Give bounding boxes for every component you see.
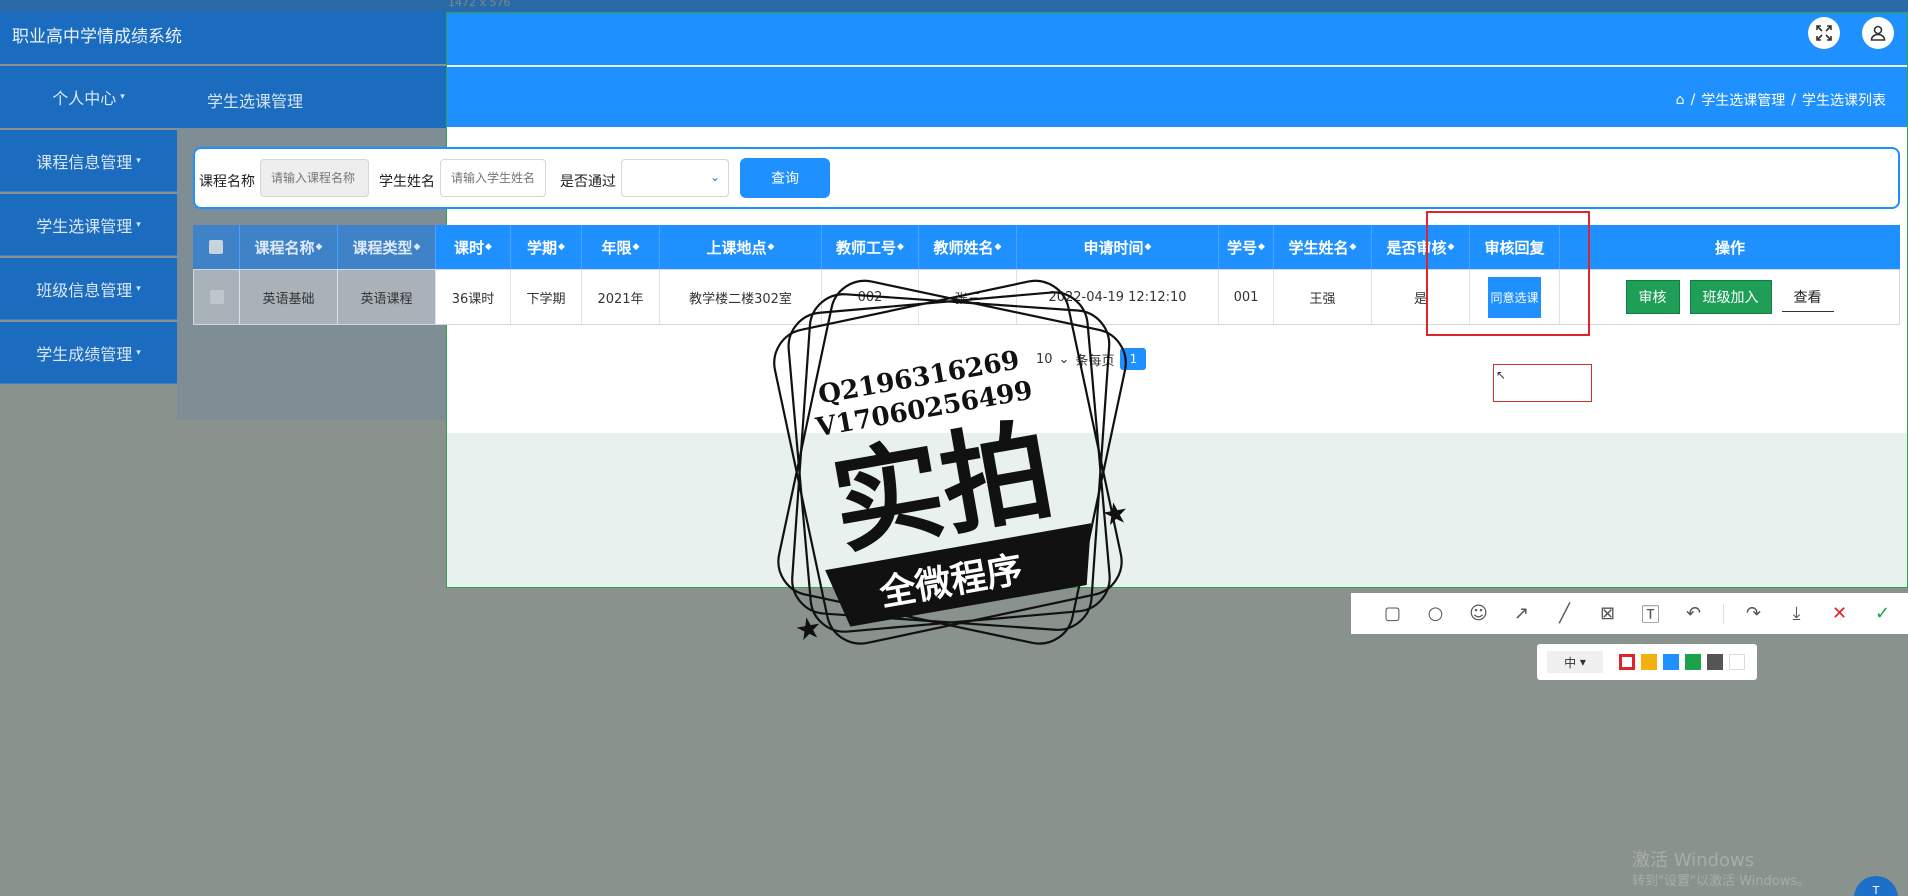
- query-button[interactable]: 查询: [740, 158, 830, 198]
- sort-icon: ◆: [994, 242, 1002, 252]
- sidebar-item-personal-center[interactable]: 个人中心 ▾: [0, 66, 177, 128]
- cell-term: 下学期: [511, 270, 582, 324]
- arrow-tool-icon[interactable]: ↗: [1500, 593, 1543, 634]
- sort-icon: ◆: [315, 242, 323, 252]
- toolbar-divider: [1723, 603, 1724, 624]
- sort-icon: ◆: [1258, 242, 1265, 252]
- user-avatar-button[interactable]: [1862, 17, 1894, 49]
- sort-icon: ◆: [413, 242, 421, 252]
- close-icon[interactable]: ✕: [1818, 593, 1861, 634]
- caret-down-icon: ▾: [136, 219, 141, 230]
- student-name-label: 学生姓名: [379, 174, 435, 190]
- fullscreen-button[interactable]: [1808, 17, 1840, 49]
- review-button[interactable]: 审核: [1625, 280, 1680, 314]
- row-checkbox[interactable]: [209, 290, 224, 304]
- page-title: 学生选课管理: [207, 92, 304, 111]
- app-title: 职业高中学情成绩系统: [12, 27, 182, 47]
- sort-icon: ◆: [1349, 242, 1357, 252]
- caret-down-icon: ▾: [136, 155, 141, 166]
- cell-course-type: 英语课程: [338, 270, 436, 324]
- cell-year: 2021年: [582, 270, 660, 324]
- cell-student-id: 001: [1219, 270, 1274, 324]
- course-name-label: 课程名称: [199, 174, 255, 190]
- color-swatch-green[interactable]: [1685, 654, 1701, 670]
- sort-icon: ◆: [1144, 242, 1152, 252]
- student-name-input[interactable]: [440, 159, 546, 197]
- sidebar: 个人中心 ▾ 课程信息管理 ▾ 学生选课管理 ▾ 班级信息管理 ▾ 学生成绩管理 ▾: [0, 66, 177, 386]
- emoji-tool-icon[interactable]: ☺: [1457, 593, 1500, 634]
- pass-status-select[interactable]: ⌄: [621, 159, 729, 197]
- sort-icon: ◆: [767, 242, 775, 252]
- col-year[interactable]: 年限 ◆: [582, 225, 660, 269]
- col-student-id[interactable]: 学号 ◆: [1219, 225, 1274, 269]
- breadcrumb-course-selection[interactable]: 学生选课管理: [1701, 90, 1785, 110]
- course-name-input[interactable]: [260, 159, 369, 197]
- ellipse-tool-icon[interactable]: ○: [1414, 593, 1457, 634]
- star-icon: ★: [1099, 495, 1132, 534]
- color-swatch-gray[interactable]: [1707, 654, 1723, 670]
- chevron-down-icon: ⌄: [709, 170, 720, 184]
- sidebar-item-course-selection[interactable]: 学生选课管理 ▾: [0, 194, 177, 256]
- home-icon[interactable]: ⌂: [1676, 92, 1685, 108]
- cell-actions: 审核 班级加入 查看: [1560, 270, 1899, 324]
- windows-activation-hint: 转到"设置"以激活 Windows。: [1632, 874, 1811, 889]
- capture-size-label: 1472 x 576: [448, 0, 511, 9]
- floating-action-button[interactable]: T: [1854, 876, 1898, 896]
- row-checkbox-cell[interactable]: [194, 270, 240, 324]
- pass-status-label: 是否通过: [560, 174, 616, 190]
- expand-icon: [1816, 25, 1832, 41]
- color-size-panel: 中 ▾: [1537, 644, 1757, 680]
- view-button[interactable]: 查看: [1781, 282, 1834, 312]
- capture-header: [447, 13, 1907, 65]
- text-tool-icon[interactable]: 🅃: [1629, 593, 1672, 634]
- sort-icon: ◆: [558, 242, 565, 252]
- caret-down-icon: ▾: [120, 92, 125, 102]
- confirm-check-icon[interactable]: ✓: [1861, 593, 1904, 634]
- breadcrumb: ⌂ / 学生选课管理 / 学生选课列表: [1675, 90, 1886, 110]
- breadcrumb-selection-list: 学生选课列表: [1802, 93, 1886, 109]
- col-course-name[interactable]: 课程名称 ◆: [240, 225, 338, 269]
- cell-hours: 36课时: [436, 270, 511, 324]
- col-term[interactable]: 学期 ◆: [511, 225, 582, 269]
- select-all-checkbox-cell[interactable]: [193, 225, 240, 269]
- color-swatch-red[interactable]: [1619, 654, 1635, 670]
- sort-icon: ◆: [897, 242, 904, 252]
- mosaic-tool-icon[interactable]: ⊠: [1586, 593, 1629, 634]
- caret-down-icon: ▾: [136, 283, 141, 294]
- select-all-checkbox[interactable]: [209, 240, 223, 254]
- sort-icon: ◆: [632, 242, 640, 252]
- color-swatch-yellow[interactable]: [1641, 654, 1657, 670]
- line-tool-icon[interactable]: ╱: [1543, 593, 1586, 634]
- undo-icon[interactable]: ↶: [1672, 593, 1715, 634]
- sort-icon: ◆: [485, 242, 492, 252]
- window-strip: [0, 0, 1908, 12]
- sidebar-item-class-info[interactable]: 班级信息管理 ▾: [0, 258, 177, 320]
- sidebar-item-student-scores[interactable]: 学生成绩管理 ▾: [0, 322, 177, 384]
- join-class-button[interactable]: 班级加入: [1689, 280, 1772, 314]
- color-swatch-blue[interactable]: [1663, 654, 1679, 670]
- cell-student-name: 王强: [1274, 270, 1372, 324]
- col-course-type[interactable]: 课程类型 ◆: [338, 225, 436, 269]
- rectangle-tool-icon[interactable]: ▢: [1371, 593, 1414, 634]
- windows-activation-text: 激活 Windows: [1632, 850, 1755, 871]
- stroke-size-select[interactable]: 中 ▾: [1547, 651, 1603, 673]
- col-student-name[interactable]: 学生姓名 ◆: [1274, 225, 1372, 269]
- star-icon: ★: [792, 610, 825, 649]
- col-hours[interactable]: 课时 ◆: [436, 225, 511, 269]
- col-actions: 操作: [1714, 238, 1745, 257]
- cell-course-name: 英语基础: [240, 270, 338, 324]
- annotation-toolbar: ▢ ○ ☺ ↗ ╱ ⊠ 🅃 ↶ ↷ ⤓ ✕ ✓: [1351, 593, 1908, 634]
- search-panel: 课程名称 学生姓名 是否通过 ⌄ 查询: [193, 147, 1900, 209]
- download-icon[interactable]: ⤓: [1775, 593, 1818, 634]
- sidebar-item-course-info[interactable]: 课程信息管理 ▾: [0, 130, 177, 192]
- color-swatch-white[interactable]: [1729, 654, 1745, 670]
- annotation-text-box[interactable]: [1493, 364, 1592, 402]
- annotation-rectangle[interactable]: [1426, 211, 1590, 336]
- share-icon[interactable]: ↷: [1732, 593, 1775, 634]
- mouse-cursor-icon: ↖: [1496, 368, 1507, 382]
- caret-down-icon: ▾: [136, 347, 141, 358]
- user-icon: [1870, 25, 1886, 41]
- stamp-watermark: Q2196316269 V17060256499 实拍 全微程序 ★ ★: [773, 279, 1132, 649]
